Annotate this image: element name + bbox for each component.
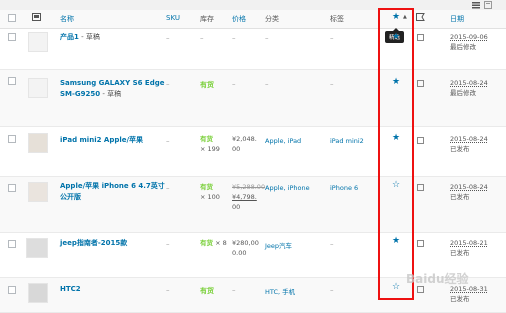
- row-checkbox[interactable]: [8, 135, 16, 143]
- product-type-icon: [417, 34, 424, 41]
- column-header-tags: 标签: [330, 15, 344, 23]
- sku-value: –: [166, 137, 170, 145]
- date-cell: 2015-09-06 最后修改: [450, 33, 488, 51]
- price-cell: ¥2,048. 00: [232, 135, 257, 153]
- product-name-link[interactable]: Apple/苹果 iPhone 6 4.7英寸 公开版: [60, 181, 170, 203]
- price-value: –: [232, 34, 236, 42]
- stock-status: 有货: [200, 81, 214, 89]
- column-header-sku[interactable]: SKU: [166, 14, 180, 22]
- product-thumbnail: [26, 238, 48, 258]
- tag-link[interactable]: iPhone 6: [330, 184, 358, 192]
- stock-cell: 有货 × 199: [200, 135, 220, 153]
- select-all-checkbox[interactable]: [8, 14, 16, 22]
- table-header: [0, 10, 506, 29]
- date-cell: 2015-08-21 已发布: [450, 239, 488, 257]
- product-name-link[interactable]: 产品1 - 草稿: [60, 32, 170, 43]
- excerpt-view-icon[interactable]: [484, 1, 493, 9]
- product-type-icon: [417, 80, 424, 87]
- category-value: –: [265, 34, 269, 42]
- product-type-icon: [417, 184, 424, 191]
- column-header-name[interactable]: 名称: [60, 14, 74, 24]
- price-cell: ¥5,288.00 ¥4,798. 00: [232, 183, 266, 211]
- tag-value: –: [330, 80, 334, 88]
- category-links[interactable]: Apple, iPad: [265, 137, 301, 145]
- price-value: –: [232, 286, 236, 294]
- tag-value: –: [330, 34, 334, 42]
- product-type-icon: [417, 286, 424, 293]
- column-header-date[interactable]: 日期: [450, 14, 464, 24]
- sku-value: –: [166, 184, 170, 192]
- product-thumbnail-placeholder: [28, 32, 48, 52]
- product-thumbnail: [28, 133, 48, 153]
- column-header-stock: 库存: [200, 15, 214, 23]
- sku-value: –: [166, 80, 170, 88]
- product-name-link[interactable]: Samsung GALAXY S6 Edge SM-G9250 - 草稿: [60, 78, 170, 100]
- product-type-icon: [417, 137, 424, 144]
- date-cell: 2015-08-24 已发布: [450, 183, 488, 201]
- image-column-icon: [32, 13, 41, 23]
- tag-link[interactable]: iPad mini2: [330, 137, 364, 145]
- date-cell: 2015-08-24 最后修改: [450, 79, 488, 97]
- stock-cell: 有货 × 8: [200, 239, 227, 247]
- column-header-categories: 分类: [265, 15, 279, 23]
- product-name-link[interactable]: iPad mini2 Apple/苹果: [60, 135, 170, 146]
- column-header-price[interactable]: 价格: [232, 14, 246, 24]
- row-checkbox[interactable]: [8, 77, 16, 85]
- category-value: –: [265, 80, 269, 88]
- tag-value: –: [330, 240, 334, 248]
- product-thumbnail-placeholder: [28, 78, 48, 98]
- product-thumbnail: [28, 182, 48, 202]
- price-value: –: [232, 80, 236, 88]
- category-links[interactable]: HTC, 手机: [265, 286, 295, 296]
- product-type-header-icon: [416, 13, 425, 23]
- date-cell: 2015-08-24 已发布: [450, 135, 488, 153]
- category-links[interactable]: Jeep汽车: [265, 240, 292, 250]
- product-type-icon: [417, 240, 424, 247]
- top-toolbar: [0, 0, 506, 10]
- date-cell: 2015-08-31 已发布: [450, 285, 488, 303]
- product-thumbnail: [28, 283, 48, 303]
- sku-value: –: [166, 286, 170, 294]
- product-name-link[interactable]: HTC2: [60, 284, 170, 295]
- stock-value: –: [200, 34, 204, 42]
- stock-cell: 有货 × 100: [200, 183, 220, 201]
- row-checkbox[interactable]: [8, 33, 16, 41]
- watermark: Baidu经验: [406, 272, 469, 286]
- price-cell: ¥280,00 0.00: [232, 239, 259, 257]
- list-view-icon[interactable]: [472, 1, 480, 9]
- category-links[interactable]: Apple, iPhone: [265, 184, 310, 192]
- stock-status: 有货: [200, 287, 214, 295]
- featured-column-highlight-box: [378, 8, 414, 300]
- row-checkbox[interactable]: [8, 240, 16, 248]
- sku-value: –: [166, 240, 170, 248]
- tag-value: –: [330, 286, 334, 294]
- row-checkbox[interactable]: [8, 184, 16, 192]
- product-name-link[interactable]: jeep指南者-2015款: [60, 238, 170, 249]
- row-checkbox[interactable]: [8, 286, 16, 294]
- sku-value: –: [166, 34, 170, 42]
